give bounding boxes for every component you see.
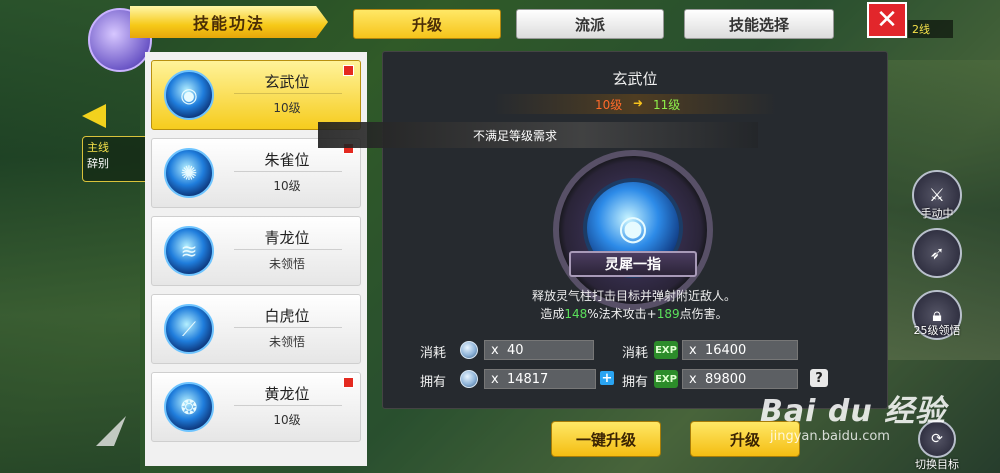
tab-upgrade[interactable]: 升级 — [353, 9, 501, 39]
tab-school[interactable]: 流派 — [516, 9, 664, 39]
own-exp-amount: 89800 — [704, 371, 747, 387]
chat-strip-bg — [340, 425, 540, 465]
quest-line-main: 主线 — [87, 141, 109, 154]
dragon-icon: ❂ — [164, 382, 214, 432]
skill-level: 未领悟 — [268, 335, 305, 349]
desc-percent: 148 — [564, 307, 588, 321]
requirement-text: 不满足等级需求 — [473, 128, 558, 143]
skill-name: 黄龙位 — [264, 385, 310, 403]
one-click-upgrade-button[interactable]: 一键升级 — [551, 421, 661, 457]
skill-item-baihu[interactable]: ⟋ 白虎位 未领悟 — [151, 294, 361, 364]
skill-name: 青龙位 — [264, 229, 310, 247]
x-prefix: x — [491, 342, 499, 358]
exp-icon: EXP — [654, 370, 678, 388]
skill-item-zhuque[interactable]: ✺ 朱雀位 10级 — [151, 138, 361, 208]
detail-title: 玄武位 — [612, 70, 658, 88]
server-line-badge: 2线 — [908, 20, 953, 38]
level-to: 11级 — [653, 98, 681, 112]
desc-damage: 189 — [656, 307, 680, 321]
skill-level: 10级 — [273, 101, 301, 115]
x-prefix: x — [689, 371, 697, 387]
skill-level: 10级 — [273, 179, 301, 193]
cost-exp-value: x 16400 — [682, 340, 798, 360]
skill-name: 朱雀位 — [264, 151, 310, 169]
silver-coin-icon — [460, 370, 478, 388]
skill-name: 白虎位 — [264, 307, 310, 325]
cost-coin-value: x 40 — [484, 340, 594, 360]
requirement-message: 不满足等级需求 — [318, 122, 758, 148]
help-icon[interactable]: ? — [810, 369, 828, 387]
desc-suffix: 点伤害。 — [679, 307, 728, 321]
baidu-watermark: Bai du 经验 — [760, 394, 947, 429]
skill-item-xuanwu[interactable]: ◉ 玄武位 10级 — [151, 60, 361, 130]
jump-icon[interactable]: ➶ — [912, 228, 962, 278]
add-coin-icon[interactable]: + — [600, 371, 614, 386]
skill-level: 10级 — [273, 413, 301, 427]
divider — [234, 249, 342, 250]
arrow-right-icon: ➜ — [633, 96, 644, 110]
panel-title: 技能功法 — [130, 6, 328, 38]
skill-name-banner: 灵犀一指 — [569, 251, 697, 277]
skill-description-line1: 释放灵气柱打击目标并弹射附近敌人。 — [531, 289, 736, 303]
ribbon-icon: ≋ — [164, 226, 214, 276]
skill-level: 未领悟 — [268, 257, 305, 271]
quest-line-sub: 辞别 — [87, 157, 109, 170]
exp-icon: EXP — [654, 341, 678, 359]
burst-icon: ✺ — [164, 148, 214, 198]
close-x-icon[interactable]: ✕ — [867, 2, 907, 38]
notification-dot — [343, 377, 354, 388]
own-coin-value: x 14817 — [484, 369, 596, 389]
cost-coin-amount: 40 — [506, 342, 524, 358]
level-from: 10级 — [595, 98, 623, 112]
cost-exp-amount: 16400 — [704, 342, 747, 358]
skill-item-huanglong[interactable]: ❂ 黄龙位 10级 — [151, 372, 361, 442]
own-coin-amount: 14817 — [506, 371, 549, 387]
skill-description-line2: 造成148%法术攻击+189点伤害。 — [382, 305, 886, 322]
desc-mid: %法术攻击+ — [587, 307, 657, 321]
divider — [234, 171, 342, 172]
x-prefix: x — [491, 371, 499, 387]
silver-coin-icon — [460, 341, 478, 359]
manual-mode-label: 手动中 — [920, 207, 954, 220]
skill-list: ◉ 玄武位 10级 ✺ 朱雀位 10级 ≋ 青龙位 未领悟 ⟋ 白虎位 未领悟 … — [145, 52, 367, 466]
x-prefix: x — [689, 342, 697, 358]
divider — [234, 93, 342, 94]
own-label-exp: 拥有 — [622, 375, 649, 390]
cost-label: 消耗 — [420, 346, 447, 361]
skill-item-qinglong[interactable]: ≋ 青龙位 未领悟 — [151, 216, 361, 286]
cost-row: 消耗 x 40 消耗 EXP x 16400 — [382, 340, 886, 362]
swirl-icon: ◉ — [164, 70, 214, 120]
notification-dot — [343, 65, 354, 76]
divider — [234, 327, 342, 328]
watermark-url: jingyan.baidu.com — [770, 429, 890, 444]
lock-level-label: 25级领悟 — [913, 324, 961, 337]
divider — [234, 405, 342, 406]
tab-skill-select[interactable]: 技能选择 — [684, 9, 834, 39]
skill-name: 玄武位 — [264, 73, 310, 91]
quest-tracker[interactable]: 主线 辞别 — [82, 136, 152, 182]
own-label: 拥有 — [420, 375, 447, 390]
switch-target-label: 切换目标 — [915, 458, 959, 471]
claw-icon: ⟋ — [164, 304, 214, 354]
desc-prefix: 造成 — [540, 307, 565, 321]
cost-label-exp: 消耗 — [622, 346, 649, 361]
